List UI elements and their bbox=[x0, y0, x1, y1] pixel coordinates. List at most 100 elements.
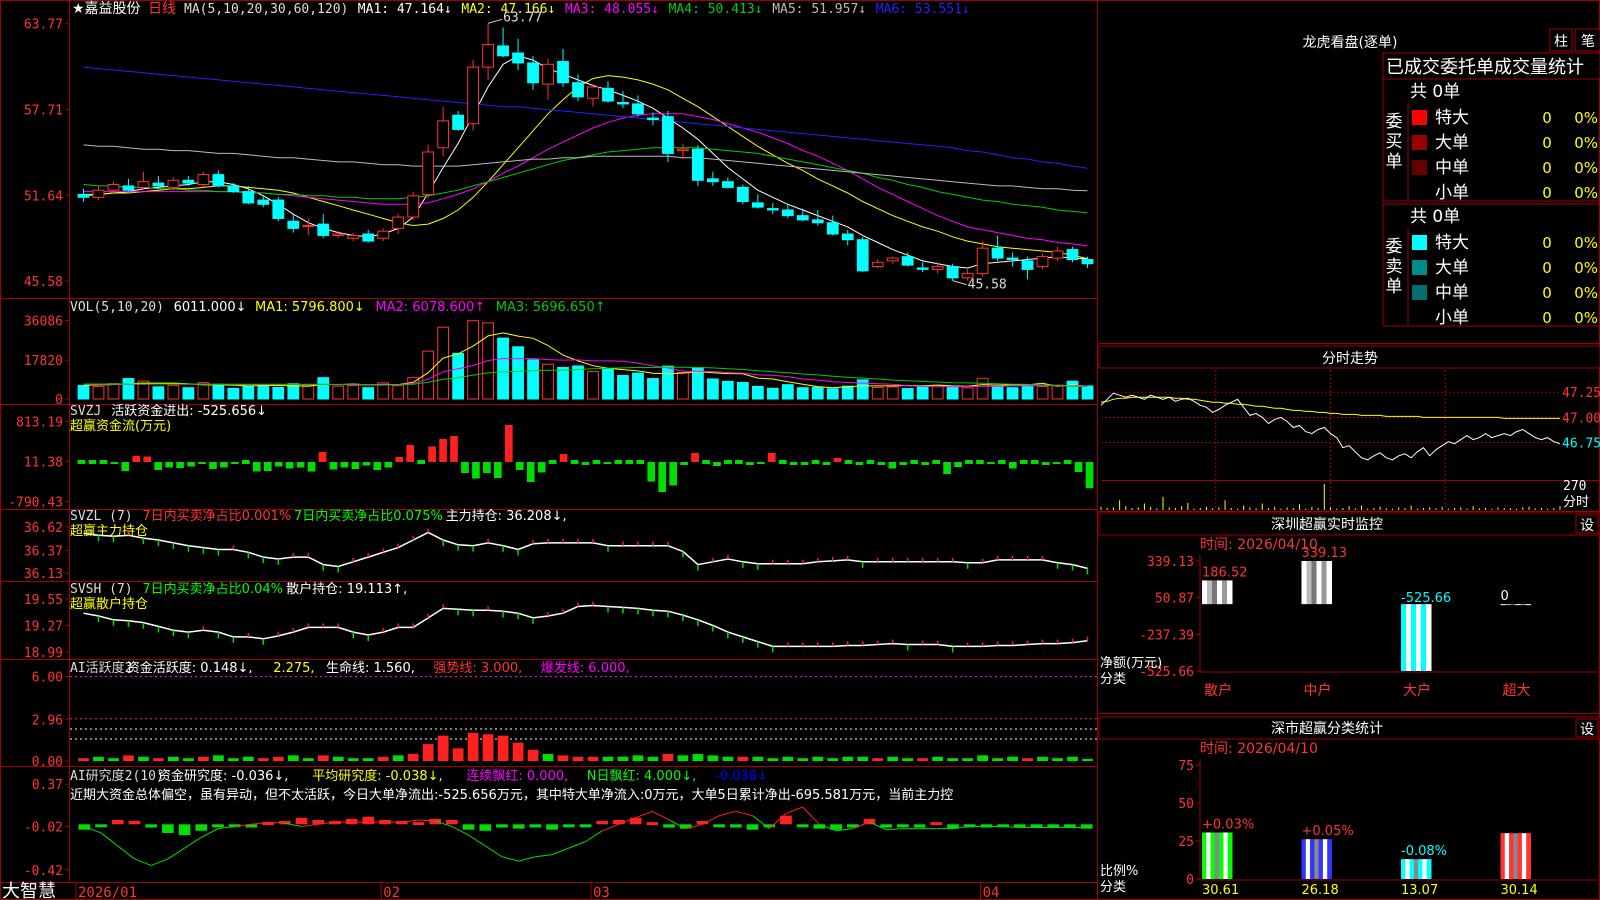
volume-bar bbox=[1081, 385, 1094, 400]
buy-row-count: 0 bbox=[1542, 109, 1552, 127]
candle-body bbox=[107, 184, 120, 191]
ai-activity-bar bbox=[902, 758, 914, 761]
sz-stats-bar-stripe bbox=[1305, 839, 1311, 879]
research-bar bbox=[162, 824, 174, 833]
sz-stats-bar-stripe bbox=[1526, 833, 1531, 879]
ai-activity-bar bbox=[287, 755, 299, 761]
buy-side-label: 委 bbox=[1386, 112, 1403, 132]
volume-bar bbox=[212, 383, 225, 400]
sz-stats-bar bbox=[1202, 832, 1233, 879]
sell-row-count: 0 bbox=[1542, 259, 1552, 277]
sell-color-swatch bbox=[1412, 285, 1427, 300]
volume-bar bbox=[512, 346, 524, 400]
flow-bar bbox=[1041, 462, 1050, 465]
candle-body bbox=[257, 199, 270, 205]
flow-bar bbox=[866, 460, 875, 464]
volume-bar bbox=[916, 386, 929, 400]
ai-activity-bar bbox=[78, 758, 89, 761]
indicator-value: 7日内买卖净占比0.075% bbox=[294, 508, 443, 524]
flow-bar bbox=[778, 460, 787, 464]
sz-monitor-bar-stripe bbox=[1411, 604, 1417, 671]
flow-bar bbox=[143, 456, 152, 462]
ai-activity-bar bbox=[437, 735, 449, 761]
ai-activity-bar bbox=[662, 753, 674, 761]
candle-body bbox=[347, 234, 360, 239]
flow-bar bbox=[921, 462, 930, 465]
ai-activity-bar bbox=[1022, 758, 1033, 761]
sz-stats-bar-stripe bbox=[1301, 839, 1307, 879]
candle-body bbox=[826, 222, 839, 235]
research-bar bbox=[1030, 824, 1043, 828]
sz-monitor-bar-stripe bbox=[1222, 580, 1228, 605]
ai-comment: 近期大资金总体偏空，虽有异动，但不太活跃，今日大单净流出:-525.656万元，… bbox=[70, 787, 953, 803]
sz-stats-bar-stripe bbox=[1314, 839, 1320, 879]
sz-stats-bar bbox=[1301, 839, 1332, 879]
buy-row-count: 0 bbox=[1542, 134, 1552, 152]
stats-tab-text: 已成交委托单成交量统计 bbox=[1386, 57, 1584, 78]
buy-total: 共 0单 bbox=[1410, 82, 1460, 102]
flow-bar bbox=[340, 462, 349, 468]
candle-body bbox=[272, 199, 285, 219]
buy-row-name: 特大 bbox=[1435, 108, 1469, 128]
ai-activity-bar bbox=[257, 758, 269, 761]
volume-bar bbox=[1036, 385, 1049, 400]
flow-bar bbox=[548, 460, 557, 464]
ai-activity-bar bbox=[212, 755, 224, 761]
sz-stats-time: 时间: 2026/04/10 bbox=[1200, 741, 1318, 757]
stock-name: ★嘉益股份 bbox=[72, 1, 141, 17]
indicator-value: 主力持仓: 36.208↓, bbox=[446, 509, 567, 524]
ai-activity-bar bbox=[1067, 756, 1078, 761]
ai-activity-bar bbox=[377, 756, 389, 761]
sell-row-count: 0 bbox=[1542, 309, 1552, 327]
indicator-value: MA3: 5696.650↑ bbox=[496, 300, 606, 315]
ai-activity-bar bbox=[842, 756, 854, 761]
research-bar bbox=[880, 824, 893, 828]
research-line-segment bbox=[167, 847, 185, 860]
indicator-value: 生命线: 1.560, bbox=[326, 660, 415, 676]
intraday-y-label: 47.00 bbox=[1562, 411, 1600, 426]
flow-bar bbox=[855, 462, 864, 465]
flow-bar bbox=[472, 462, 480, 479]
ai-activity-bar bbox=[767, 758, 779, 761]
candle-body bbox=[362, 233, 375, 242]
candle-body bbox=[467, 66, 480, 125]
flow-bar bbox=[373, 462, 382, 470]
flow-bar bbox=[439, 439, 447, 462]
research-line-segment bbox=[635, 810, 653, 819]
ai-activity-bar bbox=[632, 755, 644, 761]
candle-body bbox=[901, 256, 914, 266]
ma-value: MA4: 50.413↓ bbox=[669, 2, 763, 17]
flow-bar bbox=[483, 462, 491, 473]
ai-activity-bar bbox=[317, 755, 329, 761]
sz-monitor-bar-stripe bbox=[1321, 561, 1327, 605]
indicator-name: AI活跃度2 bbox=[70, 660, 132, 676]
indicator-value: 散户持仓: 19.113↑, bbox=[286, 581, 407, 597]
research-line-segment bbox=[150, 858, 169, 866]
candle-body bbox=[766, 208, 779, 211]
volume-bar bbox=[92, 385, 105, 400]
candle-body bbox=[152, 182, 165, 187]
candle-body bbox=[1006, 257, 1019, 260]
sz-stats-bar-stripe bbox=[1227, 832, 1233, 879]
intraday-vol-max: 270 bbox=[1563, 479, 1586, 494]
candle-body bbox=[811, 219, 824, 224]
volume-bar bbox=[362, 387, 375, 400]
indicator-value: 7日内买卖净占比0.001% bbox=[142, 508, 291, 524]
candle-body bbox=[946, 266, 959, 279]
volume-bar bbox=[632, 372, 644, 400]
sell-row-name: 中单 bbox=[1435, 283, 1469, 303]
research-bar bbox=[496, 824, 508, 828]
ai-activity-bar bbox=[272, 756, 284, 761]
research-line-segment bbox=[652, 810, 670, 821]
buy-row-name: 大单 bbox=[1435, 133, 1469, 153]
sell-row-count: 0 bbox=[1542, 234, 1552, 252]
flow-bar bbox=[252, 462, 261, 472]
sell-color-swatch bbox=[1412, 260, 1427, 275]
ai-activity-bar bbox=[497, 735, 509, 761]
period-label: 日线 bbox=[148, 1, 176, 17]
flow-bar bbox=[241, 460, 250, 464]
flow-bar bbox=[307, 462, 316, 472]
candle-body bbox=[422, 151, 435, 195]
research-line-segment bbox=[886, 828, 903, 831]
volume-bar bbox=[407, 377, 420, 400]
